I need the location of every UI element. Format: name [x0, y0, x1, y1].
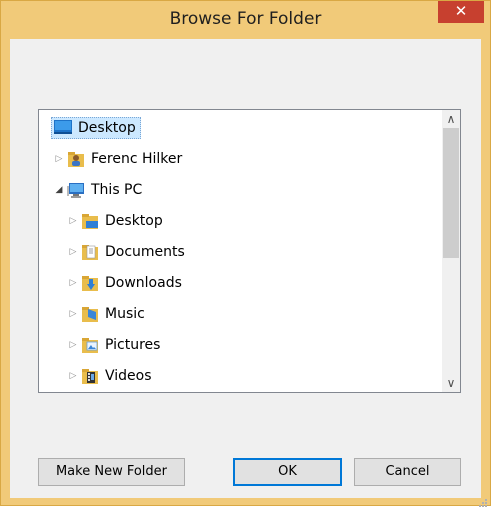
browse-for-folder-dialog: Browse For Folder ✕ Desktop ▷ Ferenc Hil…	[0, 0, 491, 507]
tree-item-label: Ferenc Hilker	[91, 151, 183, 167]
tree-scrollbar[interactable]: ∧ ∨	[442, 110, 460, 392]
downloads-folder-icon	[81, 274, 99, 292]
scroll-thumb[interactable]	[443, 128, 459, 258]
tree-item-pictures[interactable]: ▷ Pictures	[67, 330, 160, 360]
selection-highlight: Desktop	[51, 117, 141, 139]
scroll-up-icon[interactable]: ∧	[442, 110, 460, 128]
user-folder-icon	[67, 150, 85, 168]
close-button[interactable]: ✕	[438, 1, 484, 23]
tree-item-downloads[interactable]: ▷ Downloads	[67, 268, 182, 298]
tree-item-desktop-root[interactable]: Desktop	[51, 113, 141, 143]
expand-arrow-icon[interactable]: ▷	[67, 246, 79, 258]
music-folder-icon	[81, 305, 99, 323]
dialog-title: Browse For Folder	[169, 9, 322, 29]
expand-arrow-icon[interactable]: ▷	[67, 308, 79, 320]
cancel-button[interactable]: Cancel	[354, 458, 461, 486]
desktop-folder-icon	[81, 212, 99, 230]
tree-item-label: This PC	[91, 182, 143, 198]
resize-grip-icon[interactable]	[478, 493, 488, 507]
tree-item-label: Videos	[105, 368, 152, 384]
expand-arrow-icon[interactable]: ▷	[67, 339, 79, 351]
pictures-folder-icon	[81, 336, 99, 354]
computer-icon	[67, 181, 85, 199]
tree-item-label: Downloads	[105, 275, 182, 291]
videos-folder-icon	[81, 367, 99, 385]
documents-folder-icon	[81, 243, 99, 261]
title-bar[interactable]: Browse For Folder ✕	[1, 1, 490, 39]
tree-item-music[interactable]: ▷ Music	[67, 299, 145, 329]
expand-arrow-icon[interactable]: ▷	[53, 153, 65, 165]
folder-tree[interactable]: Desktop ▷ Ferenc Hilker ◢ This PC ▷ Desk…	[38, 109, 461, 393]
make-new-folder-button[interactable]: Make New Folder	[38, 458, 185, 486]
collapse-arrow-icon[interactable]: ◢	[53, 184, 65, 196]
tree-item-ferenc-hilker[interactable]: ▷ Ferenc Hilker	[53, 144, 182, 174]
expand-arrow-icon[interactable]: ▷	[67, 215, 79, 227]
tree-item-desktop[interactable]: ▷ Desktop	[67, 206, 163, 236]
ok-button[interactable]: OK	[233, 458, 342, 486]
expand-arrow-icon[interactable]: ▷	[67, 277, 79, 289]
desktop-icon	[54, 119, 72, 137]
tree-item-label: Documents	[105, 244, 185, 260]
scroll-down-icon[interactable]: ∨	[442, 374, 460, 392]
tree-item-videos[interactable]: ▷ Videos	[67, 361, 152, 391]
tree-item-this-pc[interactable]: ◢ This PC	[53, 175, 142, 205]
tree-item-partial	[95, 390, 119, 392]
tree-item-label: Desktop	[78, 120, 136, 136]
tree-item-label: Music	[105, 306, 145, 322]
tree-item-label: Desktop	[105, 213, 163, 229]
tree-item-label: Pictures	[105, 337, 161, 353]
tree-item-documents[interactable]: ▷ Documents	[67, 237, 185, 267]
expand-arrow-icon[interactable]: ▷	[67, 370, 79, 382]
